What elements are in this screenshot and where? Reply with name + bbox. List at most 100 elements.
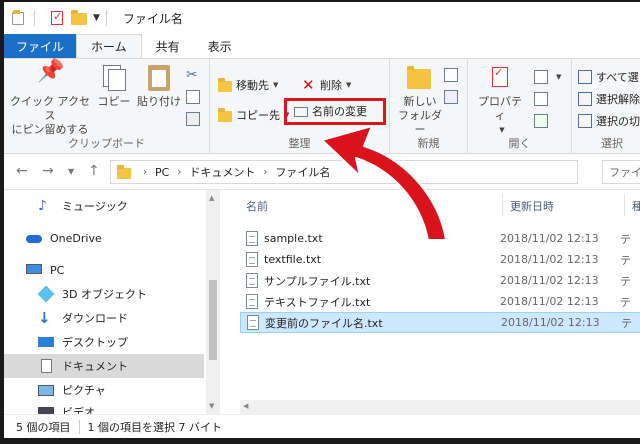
nav-item-music[interactable]: ♪ ミュージック (4, 194, 204, 218)
nav-item-downloads[interactable]: ↓ ダウンロード (4, 306, 204, 330)
select-none-button[interactable]: 選択解除 (578, 89, 640, 109)
tab-share[interactable]: 共有 (142, 34, 194, 58)
open-group: プロパティ ▼ ▼ 開く (468, 59, 572, 155)
nav-scrollbar[interactable]: ▲ ▼ (206, 190, 219, 414)
up-arrow-icon[interactable]: ↑ (88, 163, 100, 179)
file-date: 2018/11/02 12:13 (500, 274, 599, 287)
breadcrumb-current[interactable]: ファイル名 (275, 164, 330, 180)
chevron-down-icon: ▼ (273, 81, 279, 89)
file-row[interactable]: サンプルファイル.txt 2018/11/02 12:13 テ (240, 270, 640, 291)
address-input[interactable]: › PC › ドキュメント › ファイル名 (110, 160, 578, 184)
easy-access-button[interactable] (444, 87, 462, 107)
nav-item-label: 3D オブジェクト (62, 288, 147, 301)
breadcrumb-separator: › (263, 166, 268, 178)
edit-icon (534, 92, 548, 106)
nav-item-label: ビデオ (62, 406, 95, 414)
delete-button[interactable]: ✕ 削除 ▼ (302, 75, 351, 95)
file-row-selected[interactable]: 変更前のファイル名.txt 2018/11/02 12:13 テ (240, 312, 640, 333)
invert-selection-button[interactable]: 選択の切 (578, 111, 640, 131)
tab-file[interactable]: ファイル (4, 34, 77, 58)
3d-objects-icon (37, 285, 55, 303)
nav-item-pictures[interactable]: ピクチャ (4, 378, 204, 402)
nav-item-documents[interactable]: ドキュメント (4, 354, 204, 378)
nav-item-label: ダウンロード (62, 312, 128, 325)
paste-button[interactable]: 貼り付け (136, 65, 182, 109)
recent-locations-icon[interactable]: ▼ (68, 167, 74, 176)
cut-button[interactable]: ✂ (186, 65, 198, 85)
copy-button[interactable]: コピー (96, 65, 132, 109)
tab-home[interactable]: ホーム (76, 34, 142, 58)
scissors-icon: ✂ (186, 67, 198, 83)
search-input[interactable]: ファイ (602, 160, 640, 184)
title-separator (105, 10, 107, 26)
new-folder-button[interactable]: 新しい フォルダー (396, 65, 444, 137)
back-arrow-icon[interactable]: ← (16, 163, 28, 179)
chevron-down-icon: ▼ (556, 73, 562, 81)
file-list-hscrollbar[interactable]: ◀ (240, 400, 640, 414)
history-icon (534, 114, 548, 128)
file-name: 変更前のファイル名.txt (265, 316, 383, 330)
select-all-button[interactable]: すべて選 (578, 67, 639, 87)
move-to-button[interactable]: 移動先 ▼ (218, 75, 278, 95)
invert-selection-label: 選択の切 (596, 115, 640, 128)
status-bar: 5 個の項目 1 個の項目を選択 7 バイト (4, 414, 640, 438)
file-date: 2018/11/02 12:13 (500, 295, 599, 308)
nav-scrollbar-thumb[interactable] (209, 280, 217, 360)
column-divider[interactable] (624, 194, 625, 216)
file-name: textfile.txt (264, 253, 322, 266)
file-type: テ (620, 232, 631, 246)
file-row[interactable]: sample.txt 2018/11/02 12:13 テ (240, 228, 640, 249)
paste-shortcut-button[interactable] (186, 109, 204, 129)
pin-quick-access-button[interactable]: 📌 クイック アクセス にピン留めする (8, 61, 92, 137)
tab-view[interactable]: 表示 (194, 34, 246, 58)
text-file-icon (246, 231, 258, 246)
organize-group-label: 整理 (288, 137, 311, 150)
delete-icon: ✕ (302, 76, 315, 94)
copy-to-label: コピー先 (236, 109, 280, 122)
nav-item-label: OneDrive (50, 231, 102, 245)
new-group-label: 新規 (417, 137, 440, 150)
new-item-button[interactable] (444, 65, 462, 85)
forward-arrow-icon[interactable]: → (42, 163, 54, 179)
column-header-type[interactable]: 種 (632, 198, 640, 214)
title-bar: ▼ ファイル名 (4, 2, 640, 34)
properties-label: プロパティ (478, 95, 522, 122)
move-to-label: 移動先 (236, 79, 269, 92)
breadcrumb-documents[interactable]: ドキュメント (189, 164, 255, 180)
nav-item-label: デスクトップ (62, 336, 128, 349)
file-row[interactable]: textfile.txt 2018/11/02 12:13 テ (240, 249, 640, 270)
nav-item-3d-objects[interactable]: 3D オブジェクト (4, 282, 204, 306)
new-item-icon (444, 68, 458, 82)
pictures-icon (38, 383, 54, 397)
nav-item-pc[interactable]: PC (4, 258, 204, 282)
nav-item-videos[interactable]: ビデオ (4, 400, 204, 414)
scroll-left-icon[interactable]: ◀ (243, 402, 248, 410)
rename-highlight-box (284, 98, 386, 125)
folder-icon (12, 10, 28, 26)
copy-to-button[interactable]: コピー先 ▼ (218, 105, 289, 125)
customize-toolbar-icon[interactable]: ▼ (93, 13, 100, 23)
file-row[interactable]: テキストファイル.txt 2018/11/02 12:13 テ (240, 291, 640, 312)
new-folder-icon[interactable] (71, 10, 87, 26)
copy-path-icon (186, 90, 200, 104)
text-file-icon (247, 315, 259, 330)
scroll-up-icon[interactable]: ▲ (209, 194, 214, 202)
breadcrumb-separator: › (143, 166, 147, 178)
edit-button[interactable] (534, 89, 552, 109)
nav-item-desktop[interactable]: デスクトップ (4, 330, 204, 354)
column-header-name[interactable]: 名前 (246, 198, 268, 214)
new-folder-label: 新しい フォルダー (398, 95, 442, 136)
copy-path-button[interactable] (186, 87, 204, 107)
open-button[interactable]: ▼ (534, 67, 561, 87)
properties-button[interactable]: プロパティ ▼ (474, 65, 526, 137)
breadcrumb-pc[interactable]: PC (155, 166, 169, 179)
column-header-date[interactable]: 更新日時 (510, 198, 554, 214)
download-icon: ↓ (38, 309, 51, 327)
properties-icon[interactable] (49, 10, 65, 26)
nav-item-onedrive[interactable]: OneDrive (4, 226, 204, 250)
scroll-down-icon[interactable]: ▼ (209, 402, 214, 410)
nav-item-label: PC (50, 263, 65, 277)
text-file-icon (246, 294, 258, 309)
column-divider[interactable] (502, 194, 503, 216)
history-button[interactable] (534, 111, 552, 131)
